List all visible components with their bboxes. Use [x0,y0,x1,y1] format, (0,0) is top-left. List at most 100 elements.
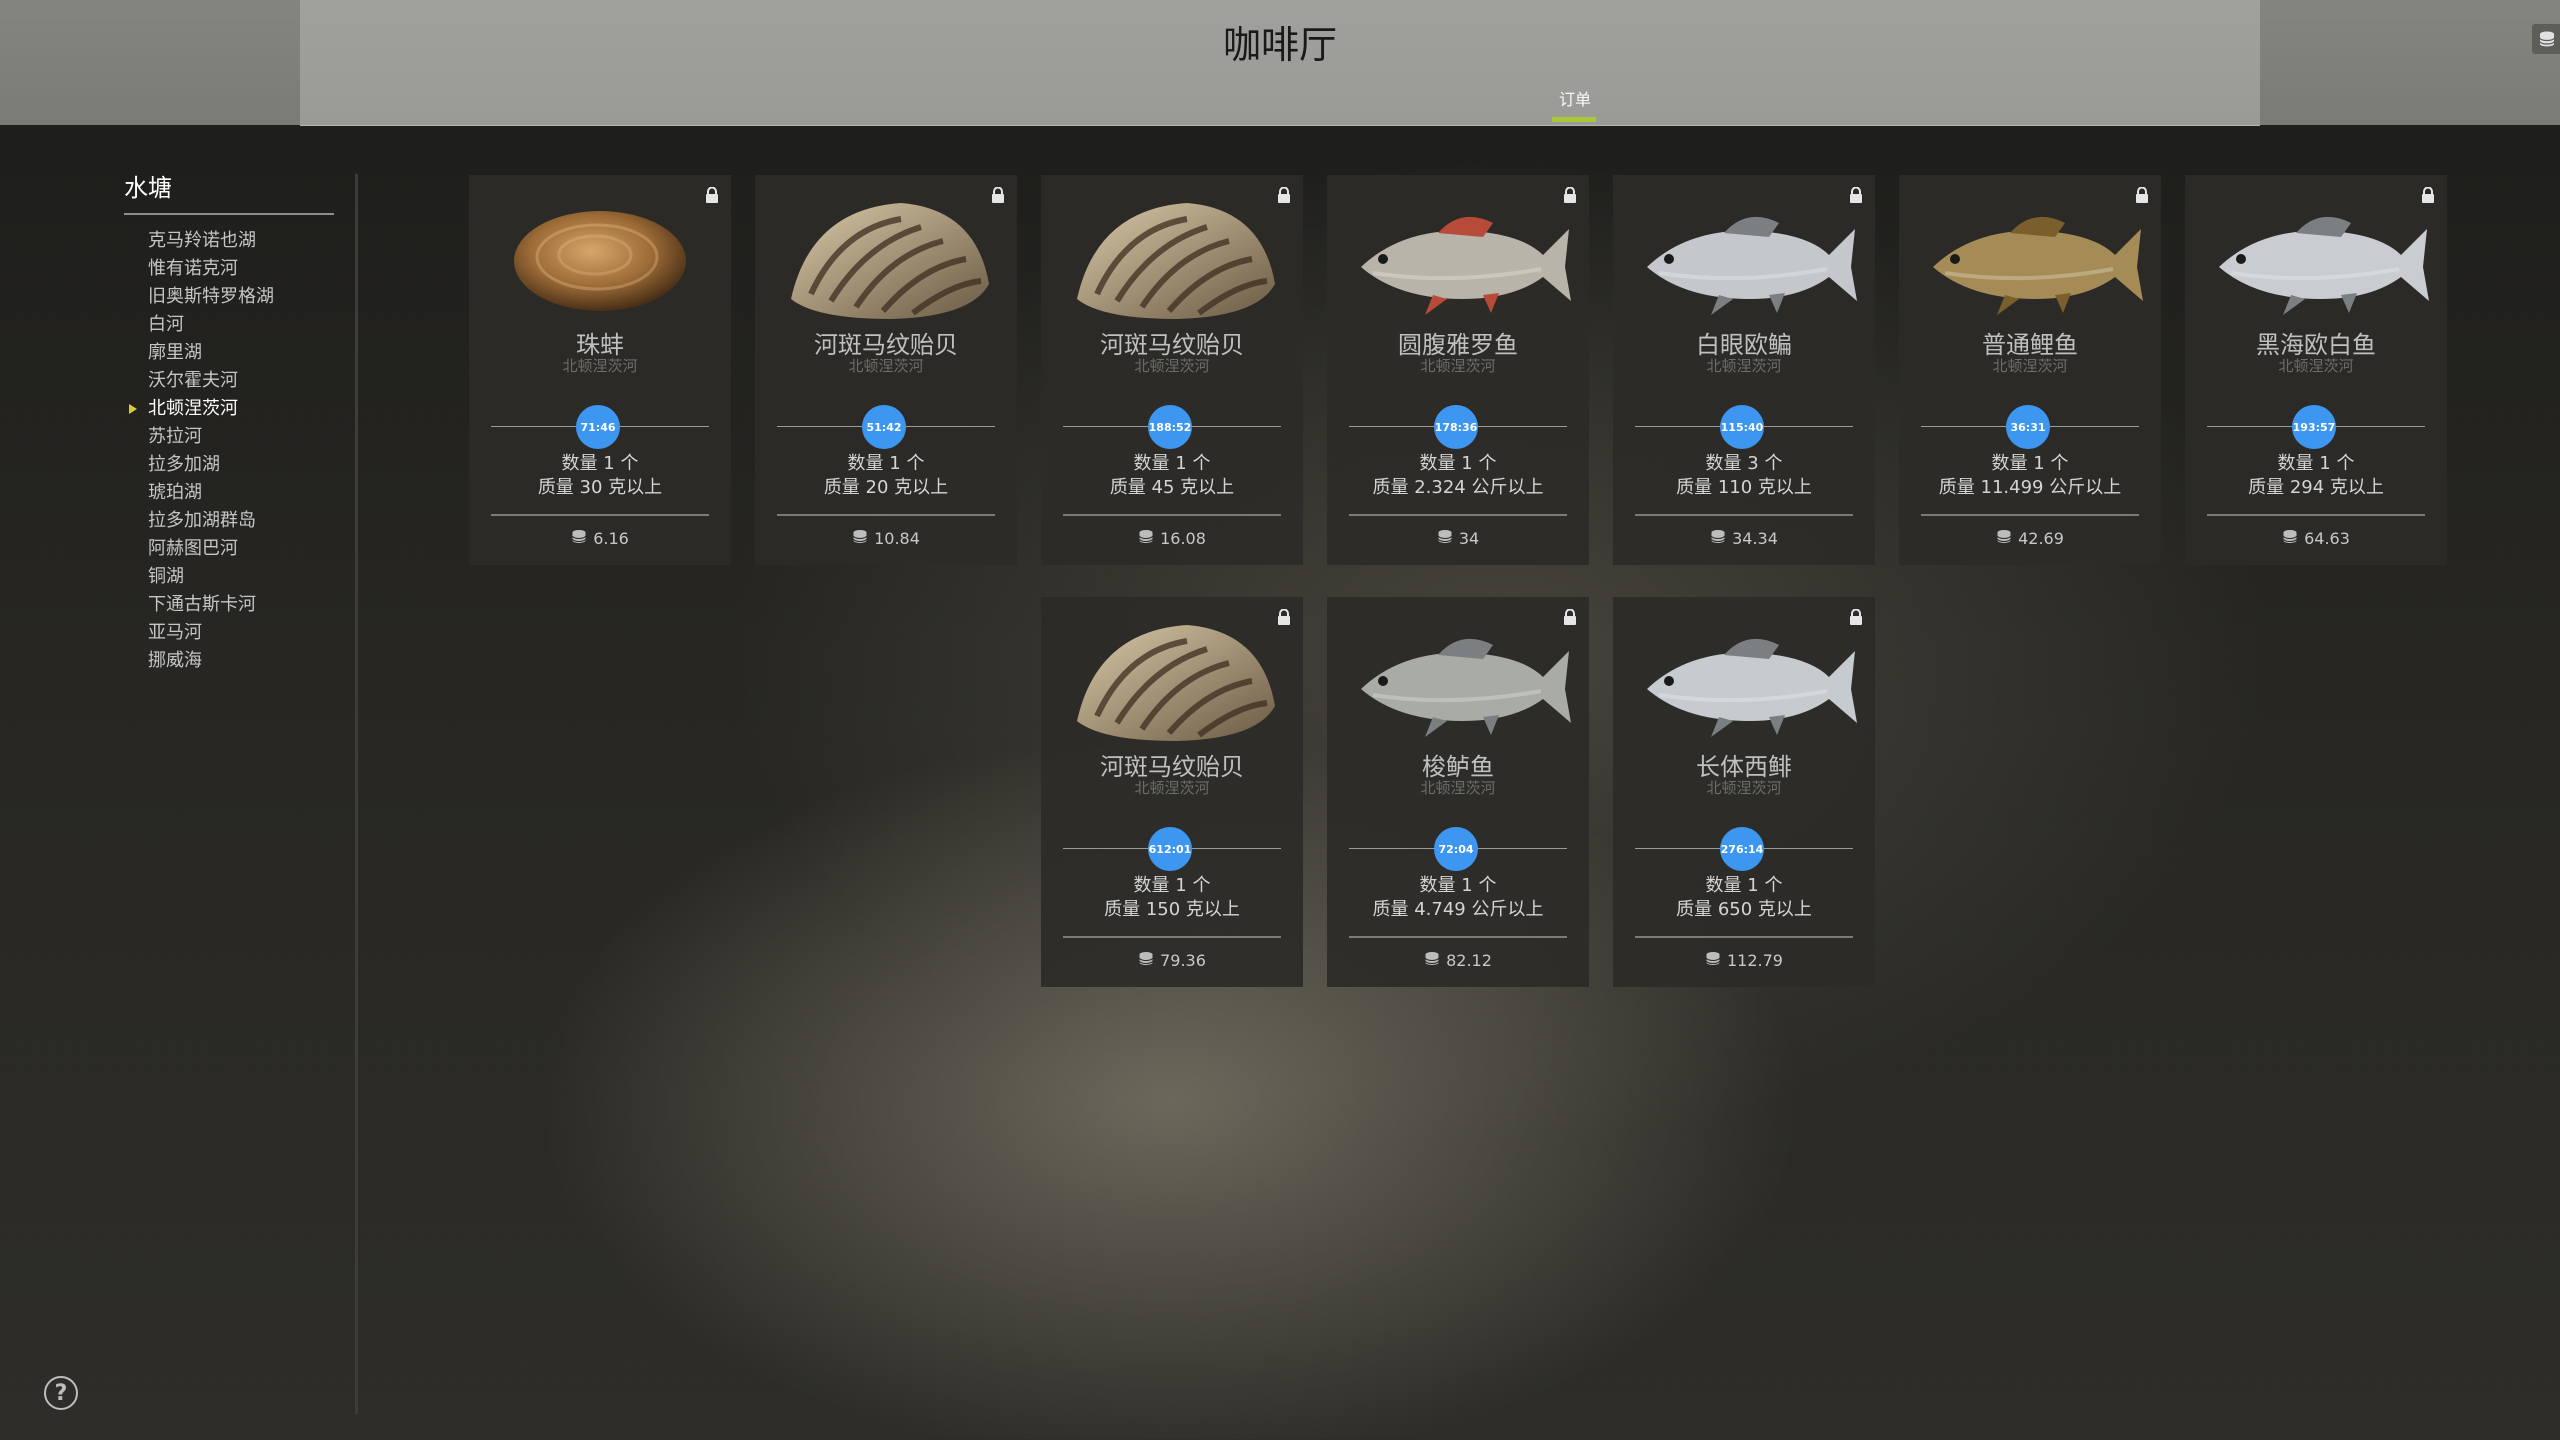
card-divider [2207,514,2425,516]
bleak-image [2201,189,2431,329]
sidebar-item[interactable]: 沃尔霍夫河 [124,367,334,395]
reward-value: 34 [1458,529,1480,548]
sidebar-item[interactable]: 阿赫图巴河 [124,535,334,563]
tab-orders[interactable]: 订单 [1545,86,1605,110]
fish-location: 北顿涅茨河 [848,357,924,375]
header-bar: 咖啡厅 订单 [300,0,2560,126]
timer-badge: 276:14 [1720,827,1764,871]
order-card[interactable]: 普通鲤鱼 北顿涅茨河 36:31 数量 1 个质量 11.499 公斤以上 42.69 [1899,175,2161,565]
order-reward: 6.16 [469,529,731,548]
sidebar-item[interactable]: 旧奥斯特罗格湖 [124,283,334,311]
fish-location: 北顿涅茨河 [1706,357,1782,375]
coin-icon [1996,529,2012,548]
reward-value: 79.36 [1160,951,1206,970]
order-card[interactable]: 圆腹雅罗鱼 北顿涅茨河 178:36 数量 1 个质量 2.324 公斤以上 34 [1327,175,1589,565]
timer-badge: 51:42 [862,405,906,449]
order-card[interactable]: 白眼欧鳊 北顿涅茨河 115:40 数量 3 个质量 110 克以上 34.34 [1613,175,1875,565]
order-mass: 质量 2.324 公斤以上 [1372,477,1544,498]
timer-badge: 72:04 [1434,827,1478,871]
order-quantity: 数量 3 个 [1705,453,1783,474]
order-card[interactable]: 黑海欧白鱼 北顿涅茨河 193:57 数量 1 个质量 294 克以上 64.63 [2185,175,2447,565]
coin-icon [2282,529,2298,548]
currency-button[interactable] [2532,24,2560,54]
timer-badge: 178:36 [1434,405,1478,449]
sidebar-item[interactable]: 琥珀湖 [124,479,334,507]
order-quantity: 数量 1 个 [1991,453,2069,474]
coin-icon [1710,529,1726,548]
sidebar-item[interactable]: 惟有诺克河 [124,255,334,283]
sidebar-item[interactable]: 铜湖 [124,563,334,591]
order-mass: 质量 150 克以上 [1104,899,1240,920]
card-divider [1063,514,1281,516]
order-quantity: 数量 1 个 [1133,875,1211,896]
coin-icon [1705,951,1721,970]
fish-location: 北顿涅茨河 [1992,357,2068,375]
sidebar-divider [355,174,358,1414]
order-card[interactable]: 梭鲈鱼 北顿涅茨河 72:04 数量 1 个质量 4.749 公斤以上 82.12 [1327,597,1589,987]
order-reward: 64.63 [2185,529,2447,548]
sidebar-item[interactable]: 挪威海 [124,647,334,675]
timer-badge: 612:01 [1148,827,1192,871]
sidebar-item[interactable]: 北顿涅茨河 [124,395,334,423]
order-card[interactable]: 河斑马纹贻贝 北顿涅茨河 188:52 数量 1 个质量 45 克以上 16.08 [1041,175,1303,565]
order-card[interactable]: 河斑马纹贻贝 北顿涅茨河 612:01 数量 1 个质量 150 克以上 79.36 [1041,597,1303,987]
order-quantity: 数量 1 个 [561,453,639,474]
coin-icon [1437,529,1453,548]
order-mass: 质量 30 克以上 [537,477,663,498]
sidebar-item[interactable]: 下通古斯卡河 [124,591,334,619]
pond-sidebar: 水塘 克马羚诺也湖 惟有诺克河 旧奥斯特罗格湖 白河 廓里湖 沃尔霍夫河 北顿涅茨河 苏拉河拉… [124,168,334,675]
card-divider [1635,514,1853,516]
coin-icon [1424,951,1440,970]
reward-value: 82.12 [1446,951,1492,970]
order-card[interactable]: 长体西鲱 北顿涅茨河 276:14 数量 1 个质量 650 克以上 112.79 [1613,597,1875,987]
sidebar-item[interactable]: 亚马河 [124,619,334,647]
coin-icon [1138,529,1154,548]
tab-active-indicator [1552,117,1596,122]
coin-icon [852,529,868,548]
card-divider [1349,936,1567,938]
order-reward: 16.08 [1041,529,1303,548]
sidebar-item[interactable]: 白河 [124,311,334,339]
order-card[interactable]: 珠蚌 北顿涅茨河 71:46 数量 1 个质量 30 克以上 6.16 [469,175,731,565]
order-mass: 质量 11.499 公斤以上 [1938,477,2122,498]
reward-value: 16.08 [1160,529,1206,548]
fish-location: 北顿涅茨河 [2278,357,2354,375]
bream-image [1629,189,1859,329]
reward-value: 112.79 [1727,951,1783,970]
order-mass: 质量 650 克以上 [1676,899,1812,920]
order-mass: 质量 110 克以上 [1676,477,1812,498]
help-button[interactable]: ? [44,1376,78,1410]
timer-badge: 71:46 [576,405,620,449]
order-quantity: 数量 1 个 [1705,875,1783,896]
topbar-right-panel [2260,0,2560,125]
mussel-image [1057,189,1287,329]
timer-badge: 115:40 [1720,405,1764,449]
coin-stack-icon [2539,31,2555,47]
order-reward: 82.12 [1327,951,1589,970]
reward-value: 64.63 [2304,529,2350,548]
sidebar-item[interactable]: 克马羚诺也湖 [124,227,334,255]
order-quantity: 数量 1 个 [1419,875,1497,896]
timer-badge: 193:57 [2292,405,2336,449]
order-mass: 质量 20 克以上 [823,477,949,498]
card-divider [1921,514,2139,516]
order-card[interactable]: 河斑马纹贻贝 北顿涅茨河 51:42 数量 1 个质量 20 克以上 10.84 [755,175,1017,565]
question-icon: ? [54,1380,68,1406]
zander-image [1343,611,1573,751]
order-mass: 质量 45 克以上 [1109,477,1235,498]
order-quantity: 数量 1 个 [1133,453,1211,474]
fish-location: 北顿涅茨河 [1420,779,1496,797]
page-title: 咖啡厅 [1222,23,1337,67]
reward-value: 10.84 [874,529,920,548]
roach-image [1343,189,1573,329]
sidebar-item[interactable]: 拉多加湖 [124,451,334,479]
sidebar-item[interactable]: 苏拉河 [124,423,334,451]
sidebar-item[interactable]: 拉多加湖群岛 [124,507,334,535]
order-reward: 42.69 [1899,529,2161,548]
coin-icon [1138,951,1154,970]
order-reward: 34.34 [1613,529,1875,548]
card-divider [1063,936,1281,938]
card-divider [1349,514,1567,516]
sidebar-item[interactable]: 廓里湖 [124,339,334,367]
order-quantity: 数量 1 个 [847,453,925,474]
